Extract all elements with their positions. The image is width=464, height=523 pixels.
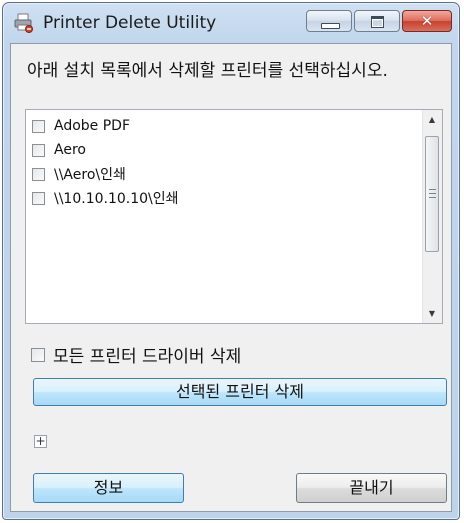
info-button[interactable]: 정보: [33, 473, 184, 503]
list-item[interactable]: Adobe PDF: [32, 114, 179, 138]
printer-label: Adobe PDF: [54, 118, 131, 134]
scroll-up-icon[interactable]: ▲: [423, 111, 441, 128]
all-drivers-label: 모든 프린터 드라이버 삭제: [53, 347, 242, 367]
all-drivers-checkbox[interactable]: [31, 347, 45, 362]
scrollbar-thumb[interactable]: [425, 136, 439, 252]
printer-checkbox[interactable]: [32, 167, 45, 181]
printer-checkbox[interactable]: [32, 191, 45, 205]
grip-icon: [429, 189, 436, 198]
minimize-button[interactable]: [306, 10, 352, 32]
delete-selected-button[interactable]: 선택된 프린터 삭제: [33, 378, 447, 406]
list-item[interactable]: \\10.10.10.10\인쇄: [32, 186, 179, 210]
instruction-text: 아래 설치 목록에서 삭제할 프린터를 선택하십시오.: [27, 61, 388, 81]
dialog-body: 아래 설치 목록에서 삭제할 프린터를 선택하십시오. Adobe PDF Ae…: [10, 43, 452, 512]
app-window: Printer Delete Utility ✕ 아래 설치 목록에서 삭제할 …: [2, 2, 460, 520]
list-item[interactable]: Aero: [32, 138, 179, 162]
printer-label: \\10.10.10.10\인쇄: [54, 191, 179, 207]
maximize-button[interactable]: [354, 10, 400, 32]
printer-icon: [14, 13, 34, 33]
all-drivers-option[interactable]: 모든 프린터 드라이버 삭제: [31, 342, 241, 367]
vertical-scrollbar[interactable]: ▲ ▼: [422, 110, 442, 323]
printer-checkbox[interactable]: [32, 143, 45, 157]
exit-button[interactable]: 끝내기: [296, 473, 447, 503]
close-icon: ✕: [420, 12, 434, 30]
printer-checkbox[interactable]: [32, 119, 45, 133]
scroll-down-icon[interactable]: ▼: [423, 305, 441, 322]
expand-icon[interactable]: +: [34, 435, 47, 448]
printer-label: Aero: [54, 142, 86, 158]
title-bar[interactable]: Printer Delete Utility ✕: [3, 3, 459, 43]
window-title: Printer Delete Utility: [43, 13, 217, 33]
list-item[interactable]: \\Aero\인쇄: [32, 162, 179, 186]
close-button[interactable]: ✕: [402, 10, 452, 32]
printer-list[interactable]: Adobe PDF Aero \\Aero\인쇄 \\10.10.10.10\인…: [25, 109, 443, 324]
printer-label: \\Aero\인쇄: [54, 167, 126, 183]
